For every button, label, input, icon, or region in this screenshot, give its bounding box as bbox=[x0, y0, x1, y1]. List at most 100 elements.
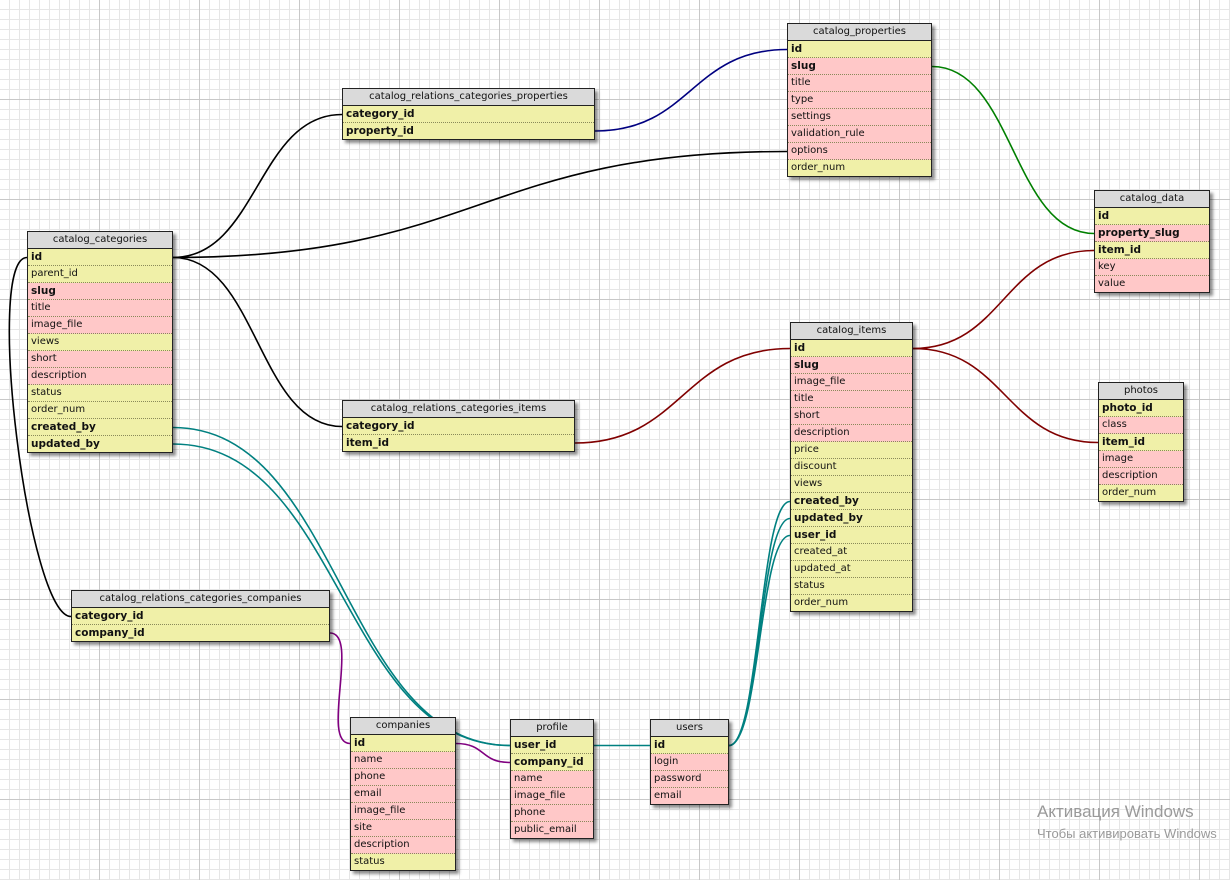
field-created-by[interactable]: created_by bbox=[791, 493, 912, 510]
field-created-by[interactable]: created_by bbox=[28, 419, 172, 436]
field-title[interactable]: title bbox=[788, 75, 931, 92]
field-item-id[interactable]: item_id bbox=[343, 435, 574, 451]
field-views[interactable]: views bbox=[28, 334, 172, 351]
relation-line bbox=[172, 113, 343, 259]
field-name[interactable]: name bbox=[351, 752, 455, 769]
field-short[interactable]: short bbox=[28, 351, 172, 368]
field-company-id[interactable]: company_id bbox=[511, 754, 593, 771]
relation-line bbox=[728, 534, 791, 747]
field-id[interactable]: id bbox=[651, 737, 728, 754]
table-title: catalog_items bbox=[791, 323, 912, 340]
table-catalog-relations-categories-items[interactable]: catalog_relations_categories_items categ… bbox=[342, 400, 575, 452]
relation-line bbox=[455, 742, 511, 764]
table-profile[interactable]: profile user_id company_id name image_file p… bbox=[510, 719, 594, 839]
table-catalog-relations-categories-companies[interactable]: catalog_relations_categories_companies c… bbox=[71, 590, 330, 642]
table-users[interactable]: users id login password email bbox=[650, 719, 729, 805]
field-site[interactable]: site bbox=[351, 820, 455, 837]
table-companies[interactable]: companies id name phone email image_file site… bbox=[350, 717, 456, 871]
field-image[interactable]: image bbox=[1099, 451, 1183, 468]
field-settings[interactable]: settings bbox=[788, 109, 931, 126]
field-email[interactable]: email bbox=[351, 786, 455, 803]
field-updated-at[interactable]: updated_at bbox=[791, 561, 912, 578]
field-title[interactable]: title bbox=[28, 300, 172, 317]
field-user-id[interactable]: user_id bbox=[511, 737, 593, 754]
field-image-file[interactable]: image_file bbox=[511, 788, 593, 805]
field-updated-by[interactable]: updated_by bbox=[28, 436, 172, 452]
field-description[interactable]: description bbox=[791, 425, 912, 442]
field-email[interactable]: email bbox=[651, 788, 728, 804]
field-image-file[interactable]: image_file bbox=[351, 803, 455, 820]
table-title: users bbox=[651, 720, 728, 737]
windows-activation-watermark: Активация Windows Чтобы активировать Win… bbox=[1037, 802, 1217, 841]
table-title: photos bbox=[1099, 383, 1183, 400]
table-photos[interactable]: photos photo_id class item_id image descript… bbox=[1098, 382, 1184, 502]
field-status[interactable]: status bbox=[351, 854, 455, 870]
field-discount[interactable]: discount bbox=[791, 459, 912, 476]
field-short[interactable]: short bbox=[791, 408, 912, 425]
relation-lines bbox=[8, 48, 1099, 764]
field-title[interactable]: title bbox=[791, 391, 912, 408]
field-updated-by[interactable]: updated_by bbox=[791, 510, 912, 527]
relation-line bbox=[172, 150, 788, 259]
field-property-id[interactable]: property_id bbox=[343, 123, 594, 139]
field-id[interactable]: id bbox=[791, 340, 912, 357]
table-title: catalog_properties bbox=[788, 24, 931, 41]
table-catalog-items[interactable]: catalog_items id slug image_file title short… bbox=[790, 322, 913, 612]
table-catalog-relations-categories-properties[interactable]: catalog_relations_categories_properties … bbox=[342, 88, 595, 140]
field-login[interactable]: login bbox=[651, 754, 728, 771]
table-title: catalog_relations_categories_items bbox=[343, 401, 574, 418]
table-title: profile bbox=[511, 720, 593, 737]
relation-line bbox=[931, 65, 1095, 235]
field-description[interactable]: description bbox=[351, 837, 455, 854]
field-key[interactable]: key bbox=[1095, 259, 1209, 276]
field-type[interactable]: type bbox=[788, 92, 931, 109]
field-parent-id[interactable]: parent_id bbox=[28, 266, 172, 283]
field-order-num[interactable]: order_num bbox=[1099, 485, 1183, 501]
field-public-email[interactable]: public_email bbox=[511, 822, 593, 838]
field-description[interactable]: description bbox=[1099, 468, 1183, 485]
table-title: catalog_data bbox=[1095, 191, 1209, 208]
relation-line bbox=[912, 347, 1099, 444]
field-category-id[interactable]: category_id bbox=[343, 106, 594, 123]
field-category-id[interactable]: category_id bbox=[72, 608, 329, 625]
field-photo-id[interactable]: photo_id bbox=[1099, 400, 1183, 417]
field-slug[interactable]: slug bbox=[28, 283, 172, 300]
field-id[interactable]: id bbox=[351, 735, 455, 752]
relation-line bbox=[172, 256, 343, 428]
field-class[interactable]: class bbox=[1099, 417, 1183, 434]
field-value[interactable]: value bbox=[1095, 276, 1209, 292]
field-id[interactable]: id bbox=[28, 249, 172, 266]
field-category-id[interactable]: category_id bbox=[343, 418, 574, 435]
field-order-num[interactable]: order_num bbox=[791, 595, 912, 611]
table-catalog-properties[interactable]: catalog_properties id slug title type settin… bbox=[787, 23, 932, 177]
field-item-id[interactable]: item_id bbox=[1095, 242, 1209, 259]
field-item-id[interactable]: item_id bbox=[1099, 434, 1183, 451]
field-id[interactable]: id bbox=[788, 41, 931, 58]
field-name[interactable]: name bbox=[511, 771, 593, 788]
field-status[interactable]: status bbox=[791, 578, 912, 595]
relation-line bbox=[329, 632, 351, 745]
field-order-num[interactable]: order_num bbox=[28, 402, 172, 419]
field-image-file[interactable]: image_file bbox=[28, 317, 172, 334]
field-property-slug[interactable]: property_slug bbox=[1095, 225, 1209, 242]
relation-line bbox=[912, 249, 1095, 350]
field-created-at[interactable]: created_at bbox=[791, 544, 912, 561]
field-image-file[interactable]: image_file bbox=[791, 374, 912, 391]
field-company-id[interactable]: company_id bbox=[72, 625, 329, 641]
field-status[interactable]: status bbox=[28, 385, 172, 402]
field-views[interactable]: views bbox=[791, 476, 912, 493]
table-catalog-data[interactable]: catalog_data id property_slug item_id key va… bbox=[1094, 190, 1210, 293]
field-description[interactable]: description bbox=[28, 368, 172, 385]
field-user-id[interactable]: user_id bbox=[791, 527, 912, 544]
field-password[interactable]: password bbox=[651, 771, 728, 788]
field-price[interactable]: price bbox=[791, 442, 912, 459]
field-phone[interactable]: phone bbox=[351, 769, 455, 786]
field-phone[interactable]: phone bbox=[511, 805, 593, 822]
field-slug[interactable]: slug bbox=[791, 357, 912, 374]
field-order-num[interactable]: order_num bbox=[788, 160, 931, 176]
field-validation-rule[interactable]: validation_rule bbox=[788, 126, 931, 143]
table-catalog-categories[interactable]: catalog_categories id parent_id slug title i… bbox=[27, 231, 173, 453]
field-options[interactable]: options bbox=[788, 143, 931, 160]
field-id[interactable]: id bbox=[1095, 208, 1209, 225]
field-slug[interactable]: slug bbox=[788, 58, 931, 75]
